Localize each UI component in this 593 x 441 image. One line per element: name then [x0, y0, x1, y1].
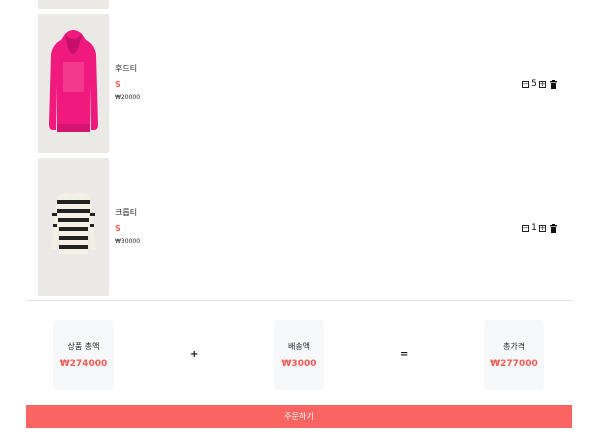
minus-square-icon[interactable]: −: [522, 224, 529, 232]
product-name: 크롭티: [115, 208, 138, 217]
product-image[interactable]: [38, 0, 109, 9]
product-size: S: [115, 80, 121, 89]
product-price: ₩30000: [115, 238, 141, 245]
trash-icon[interactable]: [550, 223, 557, 233]
plus-symbol: +: [190, 349, 199, 360]
pink-hoodie-image[interactable]: [38, 14, 109, 153]
quantity-value: 5: [531, 79, 537, 89]
minus-square-icon[interactable]: −: [522, 80, 529, 88]
divider: [26, 300, 572, 301]
shipping-label: 배송액: [287, 342, 311, 351]
product-price: ₩20000: [115, 94, 141, 101]
pink-hoodie-image: [38, 14, 109, 153]
subtotal-label: 상품 총액: [67, 342, 100, 351]
plus-square-icon[interactable]: +: [539, 224, 546, 232]
shipping-value: ₩3000: [281, 359, 317, 369]
quantity-value: 1: [531, 223, 537, 233]
equals-symbol: =: [400, 349, 409, 360]
striped-sweater-image: [38, 158, 109, 296]
subtotal-card: 상품 총액 ₩274000: [53, 320, 114, 390]
order-button[interactable]: 주문하기: [26, 405, 572, 428]
total-label: 총가격: [502, 342, 526, 351]
plus-square-icon[interactable]: +: [539, 80, 546, 88]
total-value: ₩277000: [490, 359, 538, 369]
trash-icon[interactable]: [550, 79, 557, 89]
cart-item: 후드티 S ₩20000 − 5 +: [0, 14, 593, 154]
shipping-card: 배송액 ₩3000: [274, 320, 324, 390]
product-name: 후드티: [115, 64, 138, 73]
total-card: 총가격 ₩277000: [484, 320, 544, 390]
subtotal-value: ₩274000: [59, 359, 108, 369]
product-size: S: [115, 224, 121, 233]
striped-sweater-image[interactable]: [38, 158, 109, 296]
quantity-stepper: − 1 +: [522, 223, 557, 233]
quantity-stepper: − 5 +: [522, 79, 557, 89]
cart-item: 크롭티 S ₩30000 − 1 +: [0, 158, 593, 298]
